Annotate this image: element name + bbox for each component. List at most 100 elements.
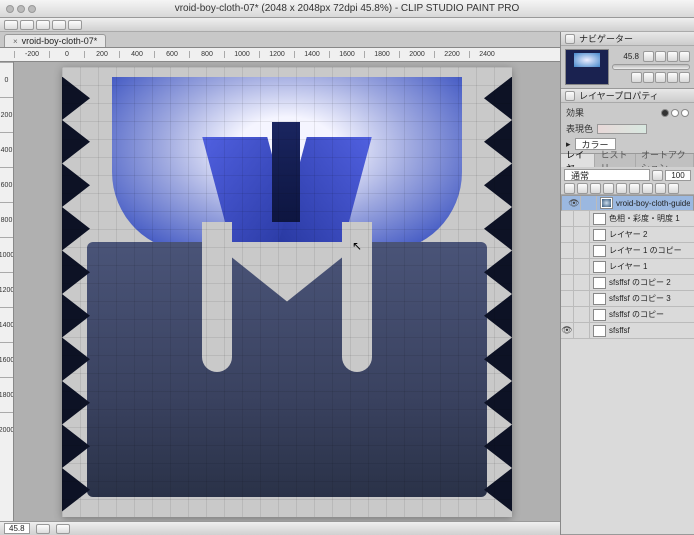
artwork-tie <box>272 122 300 222</box>
tab-autoaction[interactable]: オートアクション <box>636 154 694 167</box>
visibility-icon[interactable] <box>561 291 574 306</box>
layer-list[interactable]: 👁vroid-boy-cloth-guide のコピー色相・彩度・明度 1 レイヤ… <box>561 195 694 534</box>
visibility-icon[interactable] <box>561 243 574 258</box>
draft-icon[interactable] <box>603 183 614 194</box>
toolbar-button[interactable] <box>52 20 66 30</box>
flip-v-icon[interactable] <box>667 72 678 83</box>
toolbar-button[interactable] <box>20 20 34 30</box>
close-icon[interactable]: × <box>13 37 18 46</box>
layer-name: レイヤー 1 のコピー <box>609 245 691 256</box>
right-panels: ナビゲーター 45.8 <box>560 32 694 535</box>
tab-history[interactable]: ヒストリー <box>595 154 636 167</box>
layer-thumbnail <box>593 213 606 225</box>
mask-icon[interactable] <box>616 183 627 194</box>
rotate-right-icon[interactable] <box>643 72 654 83</box>
zoom-fit-icon[interactable] <box>667 51 678 62</box>
flip-h-icon[interactable] <box>655 72 666 83</box>
status-button[interactable] <box>36 524 50 534</box>
color-icon[interactable] <box>642 183 653 194</box>
main-toolbar <box>0 18 694 32</box>
document-tab[interactable]: × vroid-boy-cloth-07* <box>4 34 106 47</box>
window-titlebar: vroid-boy-cloth-07* (2048 x 2048px 72dpi… <box>0 0 694 18</box>
panel-title: レイヤープロパティ <box>579 89 659 102</box>
layer-name: sfsffsf <box>609 326 691 335</box>
lock-cell[interactable] <box>577 243 590 258</box>
zoom-100-icon[interactable] <box>679 51 690 62</box>
zoom-in-icon[interactable] <box>655 51 666 62</box>
panel-icon[interactable] <box>565 91 575 101</box>
layer-thumbnail <box>593 261 606 273</box>
layer-row[interactable]: sfsffsf のコピー 2 <box>561 275 694 291</box>
canvas-viewport[interactable]: ↖ <box>14 62 560 521</box>
zoom-slider[interactable] <box>612 64 690 70</box>
tab-label: vroid-boy-cloth-07* <box>22 36 98 46</box>
layer-thumbnail <box>593 229 606 241</box>
rotate-left-icon[interactable] <box>631 72 642 83</box>
layer-row[interactable]: レイヤー 1 <box>561 259 694 275</box>
lock-cell[interactable] <box>577 291 590 306</box>
delete-layer-icon[interactable] <box>668 183 679 194</box>
visibility-icon[interactable]: 👁 <box>561 323 574 338</box>
navigator-thumbnail[interactable] <box>565 49 609 85</box>
status-bar: 45.8 <box>0 521 560 535</box>
layer-row[interactable]: レイヤー 1 のコピー <box>561 243 694 259</box>
layer-row[interactable]: 色相・彩度・明度 1 <box>561 211 694 227</box>
toolbar-button[interactable] <box>68 20 82 30</box>
layer-row[interactable]: 👁 sfsffsf <box>561 323 694 339</box>
panel-title: ナビゲーター <box>579 32 633 45</box>
layer-row[interactable]: レイヤー 2 <box>561 227 694 243</box>
visibility-icon[interactable] <box>561 211 574 226</box>
blend-mode-select[interactable]: 通常 <box>564 169 650 181</box>
lock-cell[interactable] <box>577 323 590 338</box>
ruler-vertical: 0200400600800100012001400160018002000 <box>0 62 14 521</box>
visibility-icon[interactable] <box>561 227 574 242</box>
layer-thumbnail <box>593 245 606 257</box>
opacity-value[interactable]: 100 <box>665 170 691 181</box>
artwork-edge <box>484 77 512 512</box>
effect-toggle[interactable] <box>671 109 679 117</box>
lock-cell[interactable] <box>577 275 590 290</box>
visibility-icon[interactable] <box>561 259 574 274</box>
layer-property-panel: レイヤープロパティ 効果 表現色 ▸ カラー <box>561 89 694 154</box>
lock-cell[interactable] <box>584 196 597 210</box>
ref-icon[interactable] <box>590 183 601 194</box>
panel-icon[interactable] <box>565 34 575 44</box>
layer-row[interactable]: sfsffsf のコピー <box>561 307 694 323</box>
status-button[interactable] <box>56 524 70 534</box>
artwork-cutout <box>202 222 232 372</box>
effect-toggle[interactable] <box>681 109 689 117</box>
lock-icon[interactable] <box>564 183 575 194</box>
layer-name: 色相・彩度・明度 1 <box>609 213 691 224</box>
opacity-icon <box>652 170 663 181</box>
layers-panel: レイヤー ヒストリー オートアクション 通常 100 <box>561 154 694 535</box>
layer-thumbnail <box>593 309 606 321</box>
window-title: vroid-boy-cloth-07* (2048 x 2048px 72dpi… <box>0 3 694 14</box>
ruler-icon[interactable] <box>629 183 640 194</box>
ruler-horizontal: -200020040060080010001200140016001800200… <box>0 48 560 62</box>
toolbar-button[interactable] <box>4 20 18 30</box>
layer-name: sfsffsf のコピー <box>609 309 691 320</box>
layer-row[interactable]: sfsffsf のコピー 3 <box>561 291 694 307</box>
lock-cell[interactable] <box>577 307 590 322</box>
visibility-icon[interactable]: 👁 <box>568 196 581 210</box>
visibility-icon[interactable] <box>561 307 574 322</box>
zoom-out-icon[interactable] <box>643 51 654 62</box>
navigator-panel: ナビゲーター 45.8 <box>561 32 694 89</box>
layer-row[interactable]: 👁vroid-boy-cloth-guide のコピー <box>561 195 694 211</box>
tab-layers[interactable]: レイヤー <box>561 154 595 167</box>
clip-icon[interactable] <box>577 183 588 194</box>
window-controls[interactable] <box>0 5 36 13</box>
visibility-icon[interactable] <box>561 275 574 290</box>
layer-thumbnail <box>600 197 613 209</box>
border-color-swatch[interactable] <box>597 124 647 134</box>
zoom-value[interactable]: 45.8 <box>4 523 30 534</box>
lock-cell[interactable] <box>577 211 590 226</box>
canvas[interactable]: ↖ <box>62 67 512 517</box>
reset-view-icon[interactable] <box>679 72 690 83</box>
toolbar-button[interactable] <box>36 20 50 30</box>
lock-cell[interactable] <box>577 227 590 242</box>
effect-toggle[interactable] <box>661 109 669 117</box>
lock-cell[interactable] <box>577 259 590 274</box>
document-tabbar: × vroid-boy-cloth-07* <box>0 32 560 48</box>
new-layer-icon[interactable] <box>655 183 666 194</box>
